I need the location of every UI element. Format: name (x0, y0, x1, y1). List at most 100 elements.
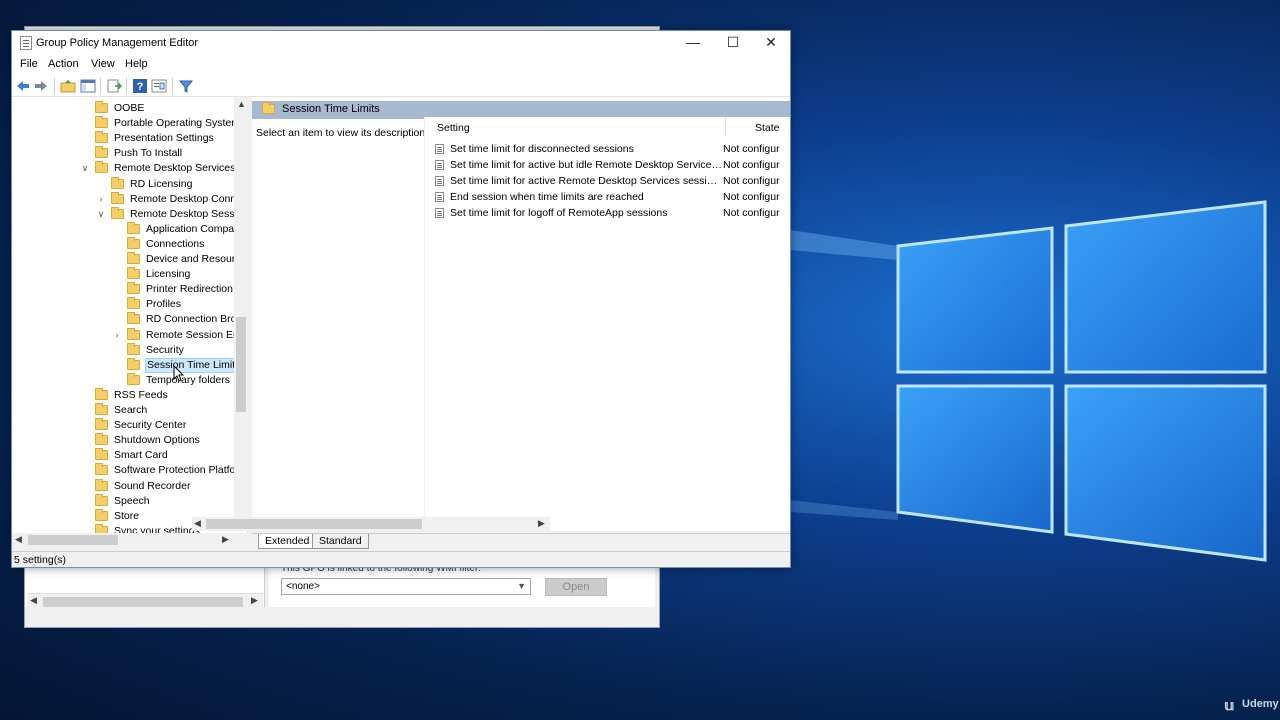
scroll-left-icon[interactable]: ◀ (30, 595, 37, 606)
folder-icon (111, 191, 124, 204)
folder-icon (127, 357, 140, 370)
folder-icon (95, 433, 108, 446)
tree-item-label: Sound Recorder (114, 479, 191, 492)
group-policy-editor-window: Group Policy Management Editor — ☐ ✕ Fil… (11, 30, 791, 568)
policy-setting-icon (435, 176, 444, 186)
mouse-cursor-icon (173, 365, 185, 382)
settings-hscroll-thumb[interactable] (206, 519, 422, 529)
menu-view[interactable]: View (91, 58, 115, 70)
tree-item-label: Profiles (146, 298, 182, 311)
scroll-right-icon[interactable]: ▶ (251, 595, 258, 606)
settings-list: Setting State Set time limit for disconn… (424, 117, 790, 531)
folder-icon (95, 478, 108, 491)
back-scroll-thumb[interactable] (43, 597, 243, 607)
table-row[interactable]: End session when time limits are reached… (435, 189, 791, 205)
chevron-down-icon: ▼ (517, 581, 526, 591)
tree-item-label: Smart Card (114, 449, 168, 462)
tree-item-label: Device and Resourc (146, 253, 241, 265)
open-button[interactable]: Open (545, 578, 607, 596)
details-pane: Session Time Limits Select an item to vi… (252, 97, 790, 531)
setting-state: Not configur (723, 191, 780, 203)
settings-horizontal-scrollbar[interactable]: ◀ ▶ (192, 517, 550, 531)
udemy-watermark: 𝕦 Udemy (1224, 697, 1279, 713)
tree-hscroll-thumb[interactable] (28, 535, 118, 545)
setting-name: Set time limit for active but idle Remot… (450, 159, 722, 171)
back-arrow-icon[interactable] (15, 78, 31, 94)
wmi-filter-select[interactable]: <none> ▼ (281, 578, 531, 595)
table-row[interactable]: Set time limit for logoff of RemoteApp s… (435, 205, 791, 221)
setting-name: Set time limit for disconnected sessions (450, 143, 634, 155)
tab-extended[interactable]: Extended (258, 534, 317, 549)
tree-item-label: Speech (114, 494, 150, 507)
menu-file[interactable]: File (20, 58, 38, 70)
show-hide-tree-icon[interactable] (80, 78, 96, 94)
policy-setting-icon (435, 160, 444, 170)
tree-item-label: Sync your settings (114, 524, 200, 533)
back-horizontal-scrollbar[interactable]: ◀ ▶ (27, 593, 263, 609)
scroll-right-icon[interactable]: ▶ (222, 534, 229, 545)
folder-icon (127, 267, 140, 280)
tree-item-label: Session Time Limits (145, 357, 243, 373)
column-header-state[interactable]: State (755, 122, 780, 134)
policy-setting-icon (435, 144, 444, 154)
folder-icon (111, 176, 124, 189)
title-bar[interactable]: Group Policy Management Editor — ☐ ✕ (12, 31, 790, 55)
folder-icon (95, 448, 108, 461)
details-header-title: Session Time Limits (282, 103, 380, 115)
folder-icon (127, 282, 140, 295)
maximize-button[interactable]: ☐ (714, 31, 752, 55)
folder-icon (95, 418, 108, 431)
policy-tree[interactable]: OOBE Portable Operating System Presentatio… (12, 97, 248, 533)
close-button[interactable]: ✕ (752, 31, 790, 55)
tree-item-label: Remote Desktop Services (114, 162, 236, 175)
chevron-right-icon[interactable]: › (112, 328, 122, 343)
export-list-icon[interactable] (106, 78, 122, 94)
menu-help[interactable]: Help (125, 58, 148, 70)
minimize-button[interactable]: — (674, 31, 712, 55)
scroll-up-icon[interactable]: ▲ (237, 99, 246, 109)
app-icon (20, 36, 32, 50)
tree-item-label: Portable Operating System (114, 117, 241, 130)
chevron-down-icon[interactable]: ∨ (80, 161, 90, 176)
setting-state: Not configur (723, 207, 780, 219)
description-text: Select an item to view its description. (256, 127, 429, 139)
chevron-right-icon[interactable]: › (96, 192, 106, 207)
tab-standard[interactable]: Standard (312, 534, 369, 549)
folder-icon (95, 116, 108, 129)
folder-icon (95, 493, 108, 506)
tree-item-label: Store (114, 509, 140, 522)
tree-item-label: Remote Session Env (146, 328, 245, 341)
scroll-right-icon[interactable]: ▶ (538, 518, 545, 529)
folder-icon (95, 101, 108, 113)
tree-item-label: RD Licensing (130, 177, 193, 190)
tree-item-label: OOBE (114, 102, 145, 114)
forward-arrow-icon[interactable] (33, 78, 49, 94)
scroll-left-icon[interactable]: ◀ (15, 534, 22, 545)
folder-icon (127, 252, 140, 264)
up-folder-icon[interactable] (60, 78, 76, 94)
column-header-setting[interactable]: Setting (437, 122, 470, 134)
folder-icon (95, 508, 108, 521)
menu-action[interactable]: Action (48, 58, 79, 70)
scroll-left-icon[interactable]: ◀ (194, 518, 201, 529)
tree-scroll-thumb[interactable] (236, 317, 246, 412)
table-row[interactable]: Set time limit for disconnected sessions… (435, 141, 791, 157)
table-row[interactable]: Set time limit for active but idle Remot… (435, 157, 791, 173)
udemy-text: Udemy (1242, 698, 1279, 710)
tree-vertical-scrollbar[interactable]: ▲ ▼ (234, 97, 248, 529)
tree-item-label: Shutdown Options (114, 434, 200, 447)
table-row[interactable]: Set time limit for active Remote Desktop… (435, 173, 791, 189)
column-divider[interactable] (725, 117, 726, 135)
help-icon[interactable]: ? (132, 78, 148, 94)
chevron-down-icon[interactable]: ∨ (96, 207, 106, 222)
setting-state: Not configur (723, 159, 780, 171)
tree-horizontal-scrollbar[interactable]: ◀ ▶ (12, 533, 248, 547)
filter-icon[interactable] (178, 78, 194, 94)
toolbar-separator (54, 78, 55, 94)
toolbar-separator (100, 78, 101, 94)
properties-icon[interactable] (151, 78, 167, 94)
tree-item-label: RD Connection Brok (146, 313, 242, 326)
folder-icon (127, 327, 140, 340)
tree-item-label: Push To Install (114, 147, 183, 160)
udemy-logo-icon: 𝕦 (1224, 697, 1235, 713)
